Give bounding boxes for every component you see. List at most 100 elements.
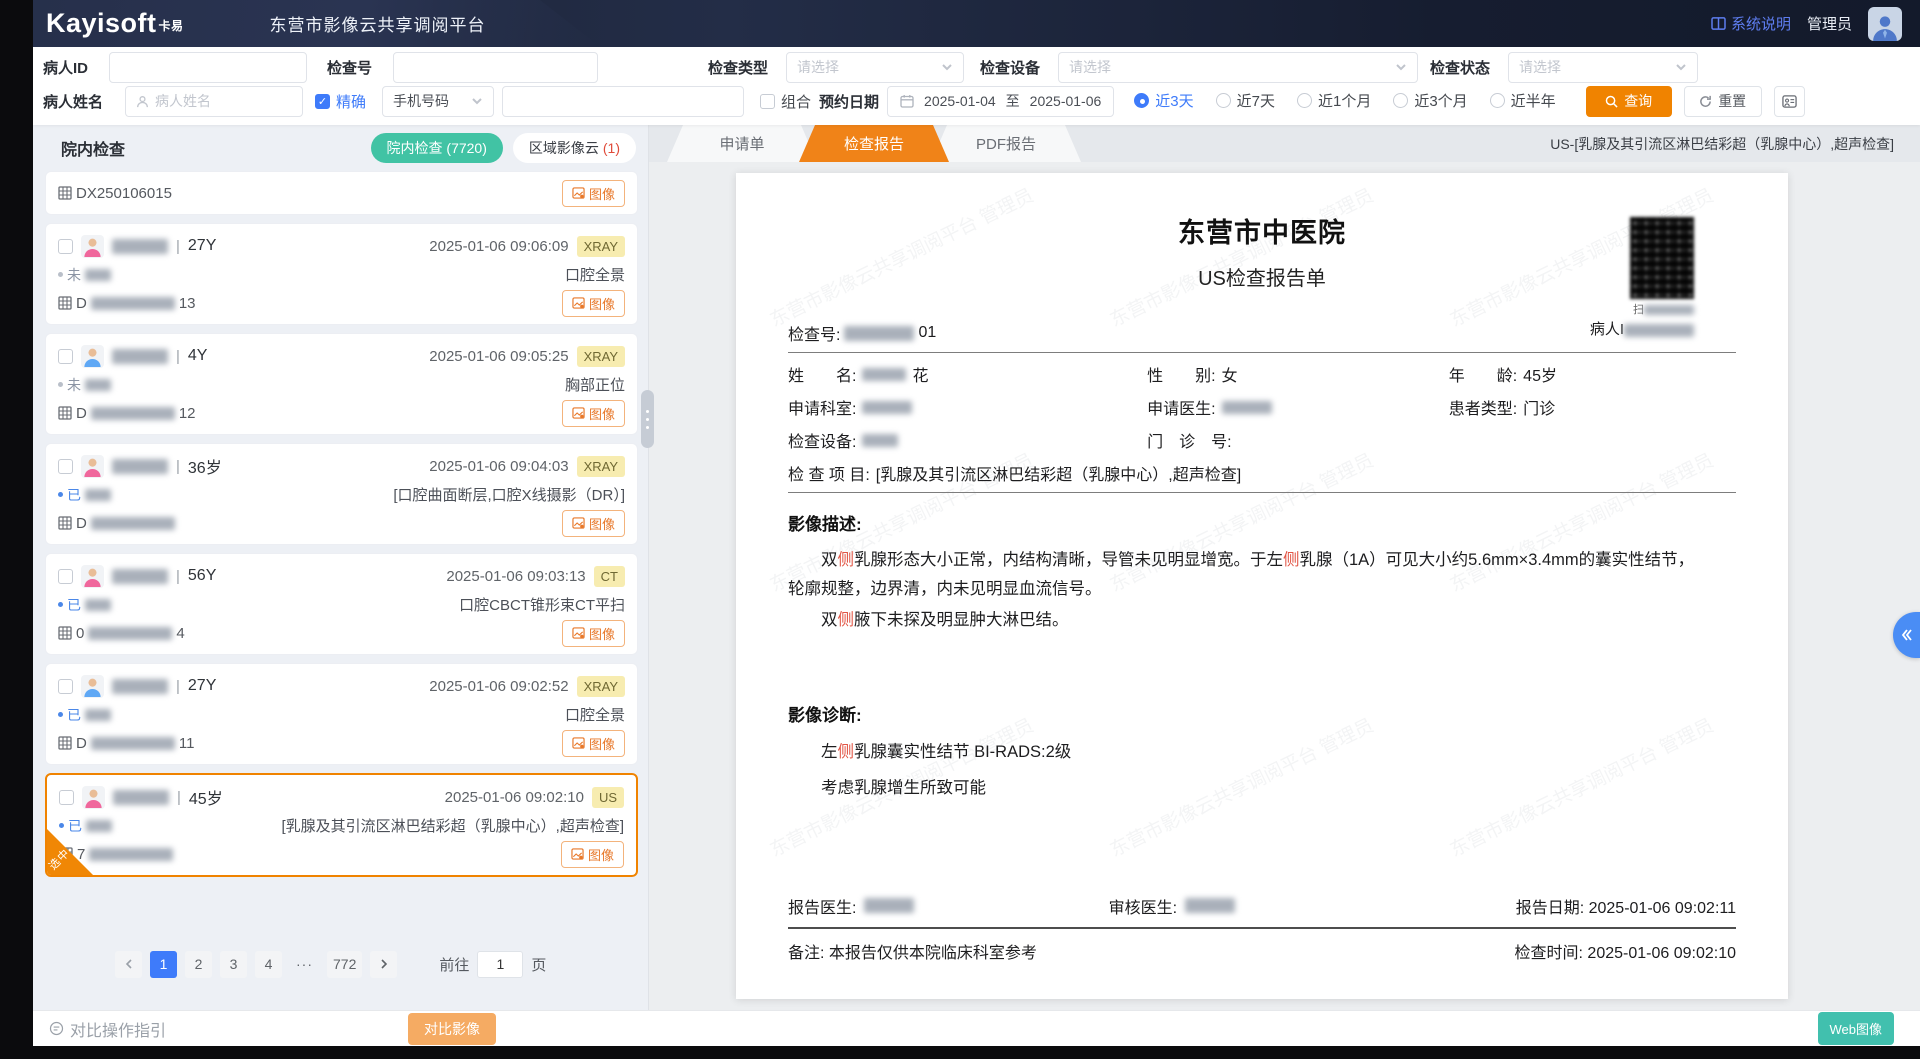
phone-input[interactable] <box>502 86 744 117</box>
desc-paragraph: 双侧腋下未探及明显肿大淋巴结。 <box>788 606 1708 635</box>
exam-checkbox[interactable] <box>58 569 73 584</box>
divider <box>788 927 1736 929</box>
date-range-picker[interactable]: 2025-01-04 至 2025-01-06 <box>887 86 1114 117</box>
image-button[interactable]: 图像 <box>562 510 625 537</box>
film-grid-icon <box>58 296 72 310</box>
exam-id-value: DX250106015 <box>76 185 172 202</box>
goto-page-input[interactable] <box>477 951 523 978</box>
divider <box>788 492 1736 493</box>
page-number[interactable]: ··· <box>290 951 319 978</box>
image-button[interactable]: 图像 <box>562 620 625 647</box>
exam-id: D11 <box>58 735 194 752</box>
chevron-down-icon <box>471 95 483 107</box>
brand-logo-suffix: 卡易 <box>159 19 184 33</box>
patient-name-blurred <box>112 459 168 474</box>
page-number[interactable]: 2 <box>185 951 212 978</box>
date-range-radio[interactable]: 近3天 <box>1134 90 1193 111</box>
tab-hospital-exams[interactable]: 院内检查 (7720) <box>371 133 503 163</box>
phone-select[interactable]: 手机号码 <box>382 86 494 117</box>
page-number[interactable]: 4 <box>255 951 282 978</box>
tab-application-form[interactable]: 申请单 <box>667 125 817 162</box>
diag-line: 考虑乳腺增生所致可能 <box>788 774 1736 798</box>
tab-exam-report[interactable]: 检查报告 <box>799 125 949 162</box>
exam-id-blurred <box>88 627 172 640</box>
device-select[interactable]: 请选择 <box>1058 52 1418 83</box>
exact-match-checkbox[interactable]: ✓精确 <box>315 91 366 112</box>
status-dot-icon <box>58 712 63 717</box>
name-age-separator: | <box>176 568 180 585</box>
next-page-button[interactable] <box>370 951 397 978</box>
read-status: 未 <box>58 375 111 395</box>
date-range-radio[interactable]: 近半年 <box>1490 90 1556 111</box>
image-button-label: 图像 <box>589 294 615 313</box>
web-image-button[interactable]: Web图像 <box>1818 1012 1895 1045</box>
image-button[interactable]: 图像 <box>562 180 625 207</box>
exam-list-item[interactable]: | 36岁 2025-01-06 09:04:03 XRAY 已 [口腔曲面断层… <box>45 443 638 545</box>
status-blurred <box>86 820 112 832</box>
exam-type-select[interactable]: 请选择 <box>786 52 964 83</box>
name-age-separator: | <box>177 789 181 806</box>
exam-id: 04 <box>58 625 185 642</box>
combo-checkbox[interactable]: 组合 <box>760 91 811 112</box>
exam-list-item[interactable]: | 4Y 2025-01-06 09:05:25 XRAY 未 胸部正位 D12… <box>45 333 638 435</box>
patient-age: 45岁 <box>189 785 223 809</box>
chevron-down-icon <box>1395 61 1407 73</box>
page-number[interactable]: 3 <box>220 951 247 978</box>
user-avatar[interactable] <box>1868 7 1902 41</box>
read-status: 已 <box>58 705 111 725</box>
date-range-radio[interactable]: 近1个月 <box>1297 90 1371 111</box>
status-select[interactable]: 请选择 <box>1508 52 1698 83</box>
status-dot-icon <box>58 272 63 277</box>
exam-no-input[interactable] <box>393 52 598 83</box>
search-icon <box>1605 95 1618 108</box>
exam-checkbox[interactable] <box>58 239 73 254</box>
image-button[interactable]: 图像 <box>562 400 625 427</box>
image-button[interactable]: 图像 <box>562 290 625 317</box>
exam-id-prefix: D <box>76 515 87 532</box>
exam-list-item[interactable]: | 27Y 2025-01-06 09:06:09 XRAY 未 口腔全景 D1… <box>45 223 638 325</box>
patient-id-input[interactable] <box>109 52 307 83</box>
pagination: 1234···772 前往 页 <box>33 937 648 991</box>
patient-avatar-icon <box>82 786 105 809</box>
exam-timestamp: 2025-01-06 09:05:25 <box>429 348 568 365</box>
exam-id-suffix: 12 <box>179 405 196 422</box>
exam-list-item[interactable]: | 27Y 2025-01-06 09:02:52 XRAY 已 口腔全景 D1… <box>45 663 638 765</box>
exam-checkbox[interactable] <box>59 790 74 805</box>
report-doctor: 报告医生: <box>788 894 1109 918</box>
status-dot-icon <box>58 492 63 497</box>
search-button[interactable]: 查询 <box>1586 86 1672 117</box>
list-layout-button[interactable] <box>1774 86 1805 117</box>
page-number[interactable]: 1 <box>150 951 177 978</box>
date-range-radio[interactable]: 近7天 <box>1216 90 1275 111</box>
patient-age: 56Y <box>188 567 216 585</box>
exam-list-item[interactable]: | 56Y 2025-01-06 09:03:13 CT 已 口腔CBCT锥形束… <box>45 553 638 655</box>
compare-images-button[interactable]: 对比影像 <box>408 1013 496 1045</box>
panel-splitter-handle[interactable] <box>641 390 654 448</box>
exam-checkbox[interactable] <box>58 349 73 364</box>
chevron-down-icon <box>1675 61 1687 73</box>
compare-guide-link[interactable]: 对比操作指引 <box>49 1017 166 1041</box>
date-to-separator: 至 <box>1006 91 1020 111</box>
image-button[interactable]: 图像 <box>561 841 624 868</box>
prev-page-button[interactable] <box>115 951 142 978</box>
page-number[interactable]: 772 <box>327 951 362 978</box>
patient-name-blurred <box>112 679 168 694</box>
patient-name-input[interactable]: 病人姓名 <box>125 86 303 117</box>
tab-pdf-report[interactable]: PDF报告 <box>931 125 1081 162</box>
image-button[interactable]: 图像 <box>562 730 625 757</box>
date-range-radio[interactable]: 近3个月 <box>1393 90 1467 111</box>
tab-regional-cloud[interactable]: 区域影像云(1) <box>513 133 636 163</box>
system-help-link[interactable]: 系统说明 <box>1711 13 1791 34</box>
exam-list: DX250106015 图像 | 27Y 2025-01-06 09:06:09… <box>33 171 648 937</box>
exam-description: 口腔CBCT锥形束CT平扫 <box>459 594 625 615</box>
exam-list-item[interactable]: | 45岁 2025-01-06 09:02:10 US 已 [乳腺及其引流区淋… <box>45 773 638 877</box>
exam-checkbox[interactable] <box>58 679 73 694</box>
exam-id: D13 <box>58 295 196 312</box>
name-age-separator: | <box>176 458 180 475</box>
image-button-label: 图像 <box>589 404 615 423</box>
exam-checkbox[interactable] <box>58 459 73 474</box>
reset-button[interactable]: 重置 <box>1684 86 1762 117</box>
exam-list-item-partial[interactable]: DX250106015 图像 <box>45 171 638 215</box>
exam-description: [乳腺及其引流区淋巴结彩超（乳腺中心）,超声检查] <box>281 815 624 836</box>
device-placeholder: 请选择 <box>1069 57 1111 77</box>
